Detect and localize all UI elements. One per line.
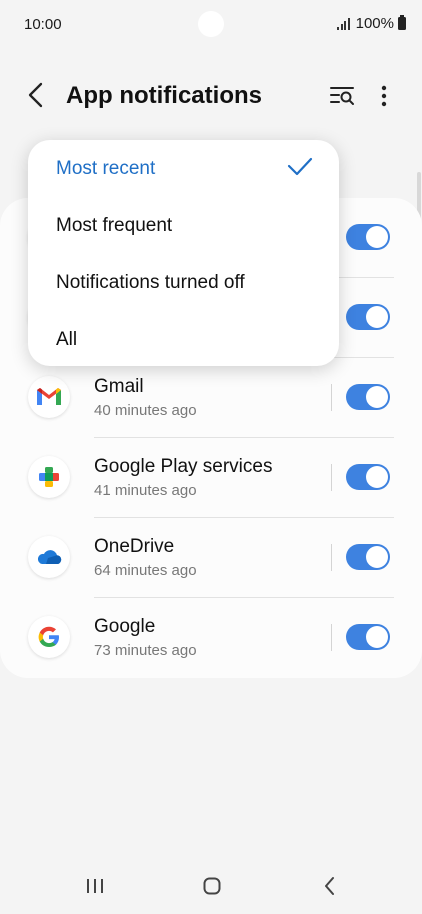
app-row-google[interactable]: Google 73 minutes ago: [0, 598, 422, 678]
sort-option-most-frequent[interactable]: Most frequent: [56, 215, 172, 237]
sort-option-notifications-turned-off[interactable]: Notifications turned off: [56, 272, 245, 294]
row-divider: [331, 544, 332, 571]
gmail-icon: [28, 376, 70, 418]
google-play-services-icon: [28, 456, 70, 498]
app-bar: App notifications: [0, 70, 422, 122]
app-name: Google: [94, 616, 156, 637]
more-options-icon[interactable]: [372, 82, 396, 110]
notification-toggle[interactable]: [346, 624, 390, 650]
recent-apps-icon[interactable]: [86, 878, 104, 894]
home-icon[interactable]: [203, 877, 221, 895]
row-divider: [331, 624, 332, 651]
app-row-onedrive[interactable]: OneDrive 64 minutes ago: [0, 518, 422, 598]
notification-toggle[interactable]: [346, 384, 390, 410]
app-last-notification: 40 minutes ago: [94, 402, 197, 419]
checkmark-icon: [287, 157, 313, 176]
sort-option-most-recent[interactable]: Most recent: [56, 158, 155, 180]
page-title: App notifications: [66, 82, 262, 109]
notification-toggle[interactable]: [346, 464, 390, 490]
status-time: 10:00: [24, 16, 62, 33]
back-arrow-icon[interactable]: [22, 80, 52, 110]
app-name: Google Play services: [94, 456, 273, 477]
signal-icon: [337, 17, 350, 30]
app-name: OneDrive: [94, 536, 175, 557]
notification-toggle[interactable]: [346, 304, 390, 330]
row-divider: [331, 384, 332, 411]
sort-dropdown-menu: Most recent Most frequent Notifications …: [28, 140, 339, 366]
row-divider: [331, 464, 332, 491]
app-last-notification: 41 minutes ago: [94, 482, 197, 499]
app-last-notification: 64 minutes ago: [94, 562, 197, 579]
onedrive-icon: [28, 536, 70, 578]
google-icon: [28, 616, 70, 658]
search-filter-icon[interactable]: [328, 82, 356, 110]
back-nav-icon[interactable]: [322, 876, 338, 896]
app-name: Gmail: [94, 376, 144, 397]
app-row-google-play-services[interactable]: Google Play services 41 minutes ago: [0, 438, 422, 518]
notification-toggle[interactable]: [346, 224, 390, 250]
navigation-bar: [0, 860, 422, 914]
battery-icon: [398, 15, 406, 30]
sort-option-all[interactable]: All: [56, 329, 77, 351]
camera-cutout: [198, 11, 224, 37]
status-bar: 10:00 100%: [0, 0, 422, 48]
status-right: 100%: [337, 15, 406, 32]
battery-percent: 100%: [355, 15, 394, 32]
app-row-gmail[interactable]: Gmail 40 minutes ago: [0, 358, 422, 438]
app-last-notification: 73 minutes ago: [94, 642, 197, 659]
notification-toggle[interactable]: [346, 544, 390, 570]
